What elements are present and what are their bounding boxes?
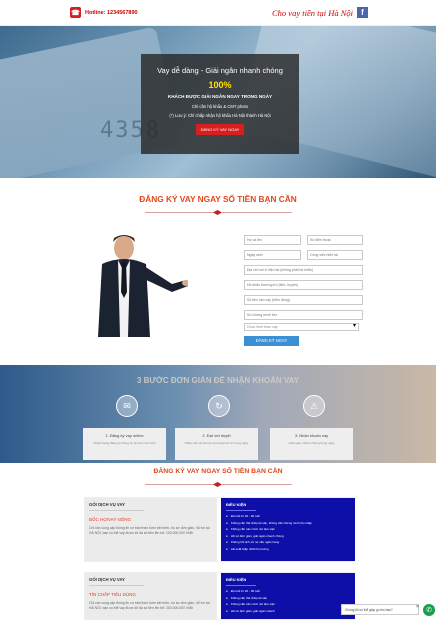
package-tag: GÓI DỊCH VỤ VAY bbox=[89, 502, 144, 511]
step-desc: Giải ngân nhanh chóng trong ngày bbox=[288, 441, 335, 445]
phone-icon: ☎ bbox=[70, 7, 81, 18]
condition-item: Không cần xác minh nơi làm việc bbox=[226, 602, 350, 606]
step-card: 1. Đăng ký vay online Khách hàng đăng ký… bbox=[83, 428, 166, 460]
promo-line: KHÁCH ĐƯỢC GIẢI NGÂN NGAY TRONG NGÀY bbox=[167, 94, 273, 99]
divider bbox=[222, 484, 292, 485]
chevron-down-icon: ▾ bbox=[352, 323, 356, 329]
register-button[interactable]: ĐĂNG KÝ VAY NGAY bbox=[195, 124, 245, 135]
household-field[interactable] bbox=[244, 280, 363, 290]
step-title: 1. Đăng ký vay online bbox=[105, 433, 144, 438]
mail-icon: ✉ bbox=[116, 395, 138, 417]
brand: Cho vay tiền tại Hà Nội f bbox=[272, 7, 368, 18]
package-desc: Chỉ cần cung cấp thông tin cơ bản theo f… bbox=[89, 526, 210, 535]
condition-item: Không hỏi lịch sử nợ xấu ngân hàng bbox=[226, 540, 350, 544]
step-title: 3. Nhận khoản vay bbox=[294, 433, 329, 438]
name-field[interactable] bbox=[244, 235, 301, 245]
diamond-icon bbox=[213, 482, 222, 487]
package-conditions: ĐIỀU KIỆN Độ tuổi từ 20 - 60 tuổi Không … bbox=[221, 498, 355, 561]
address-field[interactable] bbox=[244, 265, 363, 275]
package-tag: GÓI DỊCH VỤ VAY bbox=[89, 577, 144, 586]
diamond-icon bbox=[213, 210, 222, 215]
steps-title: 3 BƯỚC ĐƠN GIẢN ĐỂ NHẬN KHOẢN VAY bbox=[136, 376, 300, 385]
step-card: 2. Đợi xét duyệt Nhân viên sẽ liên hệ xé… bbox=[175, 428, 258, 460]
amount-field[interactable] bbox=[244, 295, 363, 305]
facebook-icon[interactable]: f bbox=[357, 7, 368, 18]
package-name[interactable]: BỐC HỌ/VAY NÓNG bbox=[89, 517, 213, 522]
condition-item: Không cần xác minh nơi làm việc bbox=[226, 527, 350, 531]
form-title: ĐĂNG KÝ VAY NGAY SỐ TIỀN BẠN CẦN bbox=[139, 194, 297, 204]
condition-item: Độ tuổi từ 20 - 60 tuổi bbox=[226, 514, 350, 518]
condition-item: Lãi suất thấp nhất thị trường bbox=[226, 547, 350, 551]
chat-widget[interactable]: Chúng tôi có thể giúp gì cho bạn? bbox=[341, 604, 419, 615]
condition-item: Không cần thế chấp tài sản bbox=[226, 596, 350, 600]
condition-item: Hồ sơ đơn giản, giải ngân nhanh chóng bbox=[226, 534, 350, 538]
package-desc: Chỉ cần cung cấp thông tin cơ bản theo f… bbox=[89, 601, 210, 610]
phone-call-icon[interactable]: ✆ bbox=[423, 604, 435, 616]
condition-item: Hồ sơ đơn giản, giải ngân nhanh bbox=[226, 609, 350, 613]
promo-note: (*) Lưu ý: Chỉ chấp nhận hộ khẩu Hà Nội … bbox=[169, 113, 271, 118]
package-name[interactable]: TÍN CHẤP TIÊU DÙNG bbox=[89, 592, 213, 597]
top-bar: ☎ Hotline: 1234567890 Cho vay tiền tại H… bbox=[0, 0, 436, 26]
package-info: GÓI DỊCH VỤ VAY BỐC HỌ/VAY NÓNG Chỉ cần … bbox=[85, 498, 217, 561]
birthday-field[interactable] bbox=[244, 250, 301, 260]
close-icon[interactable]: × bbox=[416, 604, 419, 610]
conditions-tag: ĐIỀU KIỆN bbox=[226, 502, 256, 511]
package-info: GÓI DỊCH VỤ VAY TÍN CHẤP TIÊU DÙNG Chỉ c… bbox=[85, 573, 217, 619]
package-conditions: ĐIỀU KIỆN Độ tuổi từ 20 - 60 tuổi Không … bbox=[221, 573, 355, 619]
step-desc: Khách hàng đăng ký thông tin tại form bê… bbox=[93, 441, 156, 445]
warning-icon: ⚠ bbox=[303, 395, 325, 417]
promo-percent: 100% bbox=[208, 80, 232, 90]
hotline[interactable]: ☎ Hotline: 1234567890 bbox=[70, 7, 138, 18]
divider bbox=[222, 212, 292, 213]
promo-headline: Vay dễ dàng - Giải ngân nhanh chóng bbox=[157, 66, 283, 75]
step-title: 2. Đợi xét duyệt bbox=[202, 433, 231, 438]
promo-line: Chỉ cần hộ khẩu & CMT photo bbox=[191, 104, 249, 109]
packages-title: ĐĂNG KÝ VAY NGAY SỐ TIỀN BẠN CẦN bbox=[153, 468, 283, 475]
id-card-field[interactable] bbox=[244, 310, 363, 320]
divider bbox=[145, 212, 215, 213]
conditions-tag: ĐIỀU KIỆN bbox=[226, 577, 256, 586]
condition-item: Độ tuổi từ 20 - 60 tuổi bbox=[226, 589, 350, 593]
job-field[interactable] bbox=[307, 250, 363, 260]
hotline-text: Hotline: 1234567890 bbox=[85, 9, 138, 16]
site-title[interactable]: Cho vay tiền tại Hà Nội bbox=[272, 8, 353, 18]
step-desc: Nhân viên sẽ liên hệ xét duyệt hồ sơ tro… bbox=[184, 441, 249, 445]
package-card: GÓI DỊCH VỤ VAY BỐC HỌ/VAY NÓNG Chỉ cần … bbox=[84, 497, 355, 562]
phone-field[interactable] bbox=[307, 235, 363, 245]
promo-box: Vay dễ dàng - Giải ngân nhanh chóng 100%… bbox=[141, 54, 299, 154]
refresh-icon: ↻ bbox=[208, 395, 230, 417]
divider bbox=[145, 484, 215, 485]
package-card: GÓI DỊCH VỤ VAY TÍN CHẤP TIÊU DÙNG Chỉ c… bbox=[84, 572, 355, 620]
submit-button[interactable]: ĐĂNG KÝ NGAY bbox=[244, 336, 299, 346]
condition-item: Không cần thế chấp tài sản, không cần ch… bbox=[226, 521, 350, 525]
businessman-image bbox=[98, 235, 188, 337]
loan-type-select[interactable]: Chọn hình thức vay ▾ bbox=[244, 323, 359, 331]
step-card: 3. Nhận khoản vay Giải ngân nhanh chóng … bbox=[270, 428, 353, 460]
loan-type-value: Chọn hình thức vay bbox=[247, 325, 278, 329]
